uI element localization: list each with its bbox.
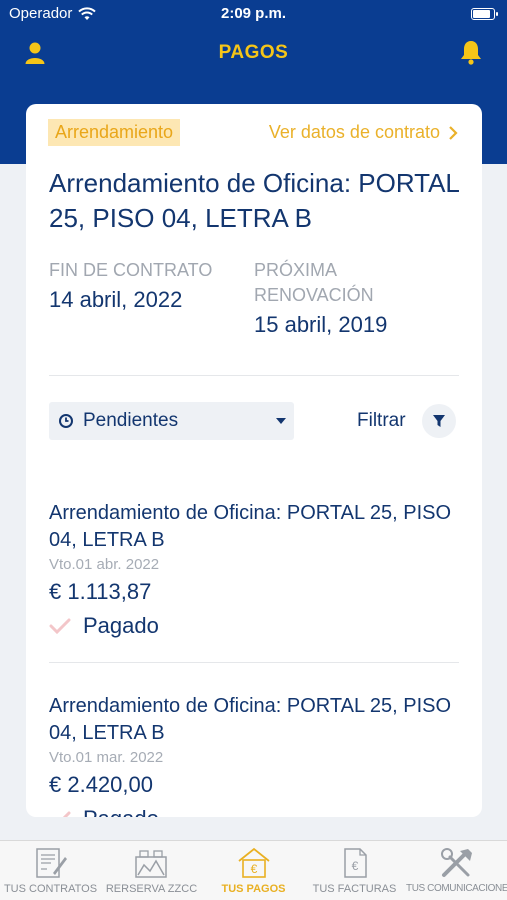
payments-icon: €: [237, 847, 270, 878]
contract-end-field: FIN DE CONTRATO 14 abril, 2022: [49, 258, 239, 315]
check-icon: [62, 811, 71, 817]
bell-icon: [461, 41, 481, 65]
invoice-icon: €: [343, 848, 367, 878]
svg-text:€: €: [250, 862, 257, 876]
status-time: 2:09 p.m.: [220, 5, 287, 22]
tab-label: TUS FACTURAS: [312, 883, 397, 895]
payment-amount: € 1.113,87: [49, 579, 152, 604]
view-contract-label: Ver datos de contrato: [268, 122, 440, 142]
tools-icon: [440, 848, 472, 877]
svg-text:€: €: [351, 859, 358, 873]
payment-amount: € 2.420,00: [49, 772, 153, 797]
page-title: PAGOS: [218, 42, 289, 63]
filter-label[interactable]: Filtrar: [357, 410, 406, 432]
tab-payments[interactable]: € TUS PAGOS: [203, 847, 304, 900]
tab-communications[interactable]: TUS COMUNICACIONES: [406, 847, 507, 900]
tab-reservation[interactable]: RERSERVA ZZCC: [101, 847, 202, 900]
payment-title: Arrendamiento de Oficina: PORTAL 25, PIS…: [49, 695, 452, 744]
battery-icon: [471, 8, 498, 20]
status-dropdown-value: Pendientes: [83, 410, 179, 431]
payment-item[interactable]: Arrendamiento de Oficina: PORTAL 25, PIS…: [49, 500, 459, 639]
tab-label: TUS PAGOS: [221, 883, 286, 895]
payment-status: Pagado: [49, 613, 459, 639]
divider: [49, 375, 459, 376]
contract-icon: [35, 848, 67, 878]
payment-title: Arrendamiento de Oficina: PORTAL 25, PIS…: [49, 502, 452, 551]
clock-icon: [59, 414, 73, 428]
tab-invoices[interactable]: € TUS FACTURAS: [304, 847, 405, 900]
divider: [49, 662, 459, 663]
payment-due-date: Vto.01 abr. 2022: [49, 556, 160, 573]
payment-due-date: Vto.01 mar. 2022: [49, 749, 164, 766]
tab-label: TUS COMUNICACIONES: [406, 883, 507, 894]
renewal-field: PRÓXIMA RENOVACIÓN 15 abril, 2019: [254, 258, 454, 340]
payment-status-label: Pagado: [83, 806, 159, 817]
contract-card: Arrendamiento Ver datos de contrato Arre…: [26, 104, 482, 817]
contract-title: Arrendamiento de Oficina: PORTAL 25, PIS…: [49, 168, 459, 233]
tab-bar: TUS CONTRATOS RERSERVA ZZCC € TUS PAGOS …: [0, 840, 507, 900]
tab-label: TUS CONTRATOS: [3, 883, 98, 895]
chevron-right-icon: [449, 125, 458, 140]
notifications-button[interactable]: [457, 38, 485, 66]
tab-label: RERSERVA ZZCC: [105, 883, 198, 895]
status-bar: Operador 2:09 p.m.: [0, 0, 507, 28]
reservation-icon: [134, 850, 167, 878]
tab-contracts[interactable]: TUS CONTRATOS: [0, 847, 101, 900]
payment-status: Pagado: [49, 806, 459, 817]
renewal-label: PRÓXIMA RENOVACIÓN: [254, 260, 374, 305]
contract-end-label: FIN DE CONTRATO: [49, 260, 213, 280]
caret-down-icon: [276, 418, 286, 424]
contract-type-badge: Arrendamiento: [48, 119, 181, 146]
status-dropdown[interactable]: Pendientes: [49, 402, 294, 440]
filter-icon: [433, 415, 445, 427]
check-icon: [49, 618, 71, 634]
renewal-value: 15 abril, 2019: [254, 312, 388, 337]
payment-status-label: Pagado: [83, 613, 159, 638]
view-contract-link[interactable]: Ver datos de contrato: [269, 122, 458, 143]
battery-level: [473, 10, 490, 18]
contract-end-value: 14 abril, 2022: [49, 287, 183, 312]
payment-item[interactable]: Arrendamiento de Oficina: PORTAL 25, PIS…: [49, 693, 459, 817]
filter-button[interactable]: [422, 404, 456, 438]
